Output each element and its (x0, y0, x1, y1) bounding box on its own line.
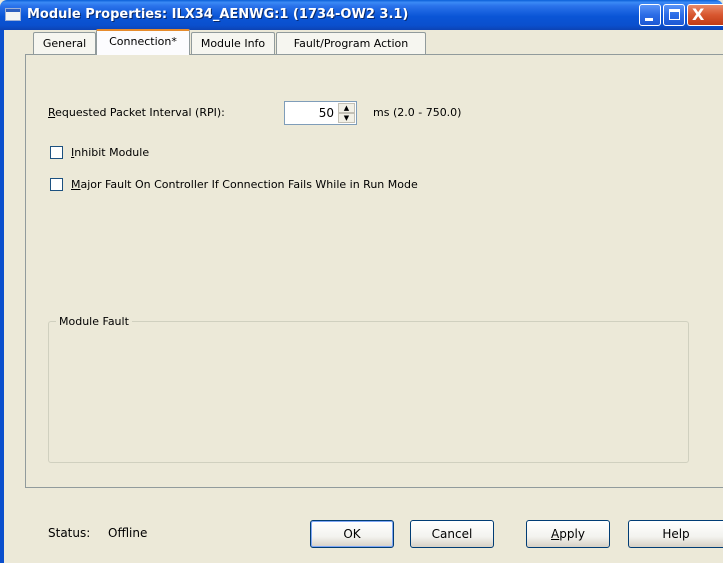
cancel-button[interactable]: Cancel (410, 520, 494, 548)
minimize-button[interactable] (639, 4, 661, 26)
apply-button[interactable]: Apply (526, 520, 610, 548)
maximize-icon (669, 9, 680, 20)
title-bar[interactable]: Module Properties: ILX34_AENWG:1 (1734-O… (0, 0, 723, 30)
tab-label: General (42, 37, 87, 50)
status-value: Offline (108, 526, 148, 540)
tab-label: Fault/Program Action (293, 37, 409, 50)
help-button[interactable]: Help (628, 520, 723, 548)
help-button-label: Help (662, 527, 690, 541)
inhibit-module-label: Inhibit Module (71, 146, 150, 159)
tab-fault-program-action[interactable]: Fault/Program Action (276, 32, 426, 54)
tab-connection[interactable]: Connection* (96, 29, 190, 55)
tab-general[interactable]: General (33, 32, 96, 54)
apply-button-label: Apply (551, 527, 585, 541)
close-icon: X (692, 5, 705, 24)
maximize-button[interactable] (663, 4, 685, 26)
module-fault-title: Module Fault (56, 315, 132, 328)
cancel-button-label: Cancel (431, 527, 473, 541)
tab-label: Connection* (109, 35, 177, 48)
ok-button-label: OK (343, 527, 361, 541)
inhibit-module-checkbox[interactable] (50, 146, 63, 159)
rpi-spinner[interactable]: ▲ ▼ (338, 103, 355, 123)
rpi-range-label: ms (2.0 - 750.0) (373, 106, 462, 119)
status-label: Status: (48, 526, 91, 540)
tab-label: Module Info (200, 37, 266, 50)
rpi-value: 50 (318, 106, 334, 120)
major-fault-checkbox[interactable] (50, 178, 63, 191)
spin-up-arrow-icon[interactable]: ▲ (338, 103, 355, 113)
tab-module-info[interactable]: Module Info (191, 32, 275, 54)
module-fault-group (48, 321, 689, 463)
minimize-icon (645, 18, 653, 21)
major-fault-label: Major Fault On Controller If Connection … (71, 178, 418, 191)
rpi-input[interactable]: 50 ▲ ▼ (284, 101, 357, 125)
window-title: Module Properties: ILX34_AENWG:1 (1734-O… (27, 7, 409, 22)
close-button[interactable]: X (687, 4, 723, 26)
rpi-label: Requested Packet Interval (RPI): (48, 106, 225, 119)
spin-down-arrow-icon[interactable]: ▼ (338, 113, 355, 123)
window-icon (5, 8, 21, 21)
ok-button[interactable]: OK (310, 520, 394, 548)
